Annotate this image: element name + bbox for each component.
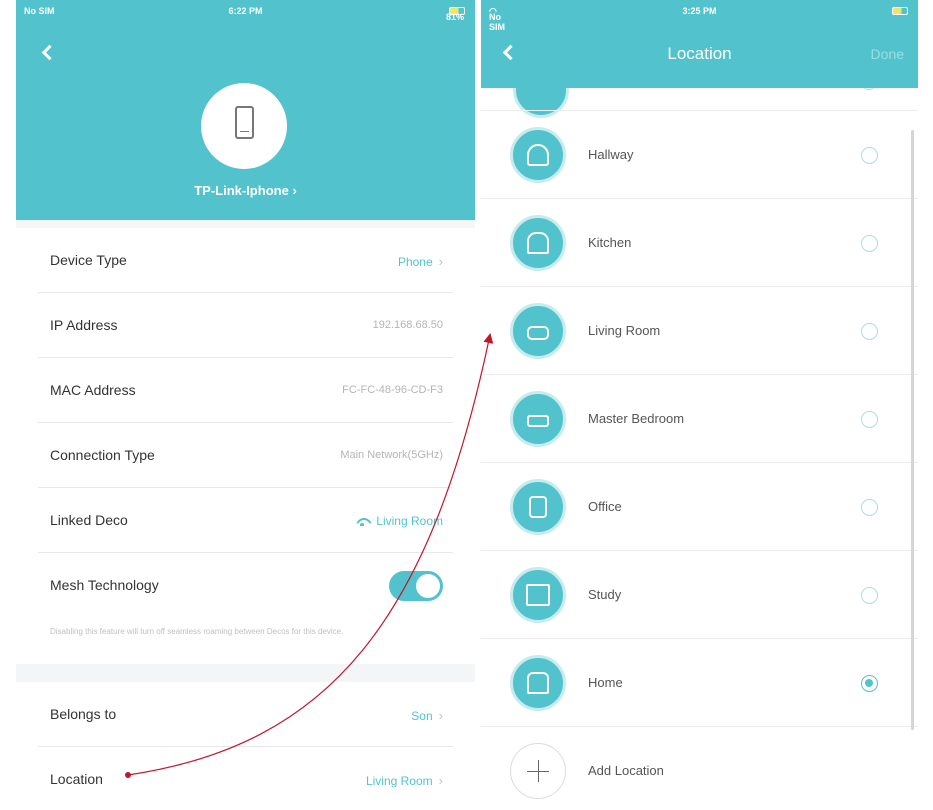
device-type-row[interactable]: Device Type Phone › [38,228,453,293]
add-location-label: Add Location [588,763,664,778]
sofa-icon [510,303,566,359]
row-label: MAC Address [50,382,136,398]
location-option-master-bedroom[interactable]: Master Bedroom [481,374,918,462]
row-label: Belongs to [50,706,117,722]
row-value: Phone › [398,254,443,269]
row-label: IP Address [50,317,118,333]
radio-button[interactable] [861,587,878,604]
chevron-right-icon: › [438,773,443,788]
location-header: No SIM ◠ 3:25 PM Location Done [481,0,918,88]
chef-hat-icon [510,215,566,271]
mesh-note: Disabling this feature will turn off sea… [50,627,344,636]
plus-icon [510,743,566,799]
status-bar: No SIM 6:22 PM 81% [16,0,475,22]
location-label: Home [588,675,623,690]
belongs-to-row[interactable]: Belongs to Son › [38,682,453,747]
location-picker-screen: No SIM ◠ 3:25 PM Location Done Hallway K… [481,0,918,810]
back-arrow-icon[interactable] [41,44,58,61]
row-label: Linked Deco [50,512,128,528]
door-glyph [527,144,549,166]
location-label: Kitchen [588,235,632,250]
plus-vertical [538,760,539,782]
device-name-link[interactable]: TP-Link-Iphone › [16,183,475,198]
location-option-living-room[interactable]: Living Room [481,286,918,374]
belongs-to-value: Son [411,709,433,723]
mac-address-row: MAC Address FC-FC-48-96-CD-F3 [38,358,453,423]
wifi-icon [356,518,368,526]
radio-button[interactable] [861,323,878,340]
radio-button[interactable] [861,147,878,164]
house-icon [510,655,566,711]
location-row[interactable]: Location Living Room › [38,747,453,810]
clock-label: 3:25 PM [682,6,717,16]
scrollbar[interactable] [911,130,914,730]
chevron-right-icon: › [438,708,443,723]
battery-icon [892,7,908,15]
sofa-glyph [527,326,549,340]
office-glyph [529,496,547,518]
connection-type-row: Connection Type Main Network(5GHz) [38,423,453,488]
bookshelf-glyph [526,584,550,606]
mesh-technology-row: Mesh Technology [38,553,453,618]
location-label: Study [588,587,622,602]
battery-label: 81% [446,12,465,22]
radio-button-selected[interactable] [861,675,878,692]
bed-icon [510,391,566,447]
row-value: Living Room [356,514,443,528]
device-name: TP-Link-Iphone [194,183,289,198]
chevron-right-icon: › [292,183,297,198]
clock-label: 6:22 PM [228,6,263,16]
row-value: Son › [411,708,443,723]
mesh-technology-toggle[interactable] [389,571,443,601]
device-detail-screen: No SIM 6:22 PM 81% TP-Link-Iphone › Devi… [16,0,475,810]
location-label: Hallway [588,147,634,162]
mac-address-value: FC-FC-48-96-CD-F3 [342,384,443,396]
battery-indicator: 81% [446,6,465,22]
section-divider [16,664,475,682]
location-option-home[interactable]: Home [481,638,918,726]
device-header: No SIM 6:22 PM 81% TP-Link-Iphone › [16,0,475,220]
device-avatar [201,83,287,169]
location-label: Master Bedroom [588,411,685,426]
chevron-right-icon: › [438,254,443,269]
door-icon [510,127,566,183]
location-label: Office [588,499,622,514]
ip-address-row: IP Address 192.168.68.50 [38,293,453,358]
row-label: Mesh Technology [50,577,159,593]
location-option-office[interactable]: Office [481,462,918,550]
linked-deco-value: Living Room [376,514,443,528]
radio-button[interactable] [861,499,878,516]
location-label: Living Room [588,323,661,338]
toggle-knob [416,574,440,598]
row-label: Connection Type [50,447,155,463]
location-option-study[interactable]: Study [481,550,918,638]
row-value: Living Room › [366,773,443,788]
battery-indicator [889,6,908,16]
chef-hat-glyph [527,232,549,254]
row-label: Device Type [50,252,127,268]
radio-button[interactable] [861,235,878,252]
page-title: Location [667,44,732,63]
bed-glyph [527,415,549,427]
connection-type-value: Main Network(5GHz) [340,449,443,461]
status-bar: No SIM ◠ 3:25 PM [481,0,918,32]
smartphone-icon [235,106,254,139]
bookshelf-icon [510,567,566,623]
add-location-row[interactable]: Add Location [481,726,918,810]
device-settings-list: Device Type Phone › IP Address 192.168.68… [16,228,475,810]
location-option-kitchen[interactable]: Kitchen [481,198,918,286]
done-button[interactable]: Done [871,46,904,62]
house-glyph [527,672,549,694]
location-option-hallway[interactable]: Hallway [481,110,918,198]
linked-deco-row[interactable]: Linked Deco Living Room [38,488,453,553]
device-type-value: Phone [397,255,433,269]
office-building-icon [510,479,566,535]
location-value: Living Room [365,774,433,788]
ip-address-value: 192.168.68.50 [372,319,443,331]
radio-button[interactable] [861,411,878,428]
row-label: Location [50,771,103,787]
